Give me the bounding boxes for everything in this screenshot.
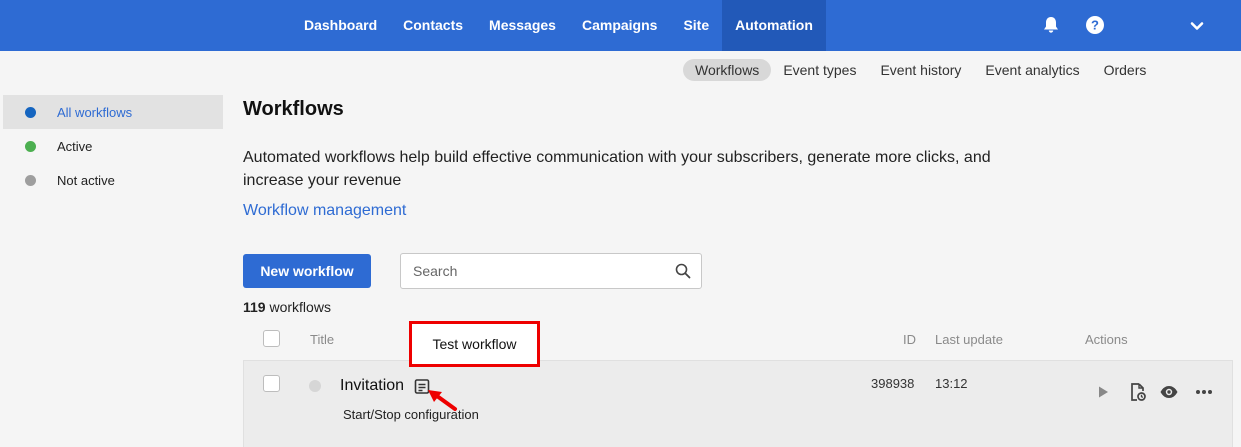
table-row[interactable] — [243, 360, 1233, 447]
subnav-event-types[interactable]: Event types — [771, 59, 868, 81]
sidebar-item-label: Active — [57, 138, 93, 154]
search-box — [400, 253, 702, 289]
column-header-id[interactable]: ID — [903, 332, 916, 347]
sidebar-item-not-active[interactable]: Not active — [3, 163, 223, 197]
row-title[interactable]: Invitation — [340, 377, 404, 395]
row-last-update: 13:12 — [935, 376, 968, 391]
column-header-last-update[interactable]: Last update — [935, 332, 1003, 347]
nav-contacts[interactable]: Contacts — [390, 0, 476, 51]
sidebar-item-label: All workflows — [57, 104, 133, 120]
page-title: Workflows — [243, 98, 344, 120]
test-workflow-tooltip: Test workflow — [409, 321, 540, 367]
subnav-orders[interactable]: Orders — [1092, 59, 1159, 81]
nav-automation[interactable]: Automation — [722, 0, 826, 51]
column-header-actions: Actions — [1085, 332, 1128, 347]
subnav-workflows[interactable]: Workflows — [683, 59, 772, 81]
page-description: Automated workflows help build effective… — [243, 149, 991, 189]
search-input[interactable] — [401, 254, 661, 288]
more-options-icon[interactable] — [1194, 382, 1214, 402]
subnav-event-history[interactable]: Event history — [868, 59, 973, 81]
view-icon[interactable] — [1159, 382, 1179, 402]
sidebar-item-all-workflows[interactable]: All workflows — [3, 95, 223, 129]
status-dot — [25, 140, 36, 152]
workflow-management-link[interactable]: Workflow management — [243, 202, 406, 220]
sidebar-item-label: Not active — [57, 172, 115, 188]
pointer-arrow-icon — [428, 390, 457, 411]
subnav-event-analytics[interactable]: Event analytics — [973, 59, 1091, 81]
search-icon[interactable] — [675, 263, 691, 279]
svg-text:?: ? — [1091, 18, 1099, 33]
nav-messages[interactable]: Messages — [476, 0, 569, 51]
nav-dashboard[interactable]: Dashboard — [291, 0, 390, 51]
select-all-checkbox[interactable] — [263, 330, 280, 347]
column-header-title[interactable]: Title — [310, 332, 334, 347]
test-workflow-icon[interactable] — [1128, 382, 1148, 402]
bell-icon[interactable] — [1041, 15, 1061, 35]
row-id: 398938 — [871, 376, 915, 391]
workflow-count: 119 workflows — [243, 299, 331, 315]
tooltip-text: Test workflow — [432, 336, 517, 352]
status-dot — [25, 106, 36, 118]
top-bar: Dashboard Contacts Messages Campaigns Si… — [0, 0, 1241, 51]
row-subtitle: Start/Stop configuration — [343, 407, 479, 422]
help-icon[interactable]: ? — [1085, 15, 1105, 35]
new-workflow-button[interactable]: New workflow — [243, 254, 371, 288]
workflow-count-number: 119 — [243, 299, 266, 315]
sidebar-item-active[interactable]: Active — [3, 129, 223, 163]
row-checkbox[interactable] — [263, 375, 280, 392]
workflow-count-label: workflows — [269, 299, 331, 315]
status-dot — [25, 174, 36, 186]
chevron-down-icon[interactable] — [1188, 17, 1206, 35]
row-status-dot — [309, 380, 321, 392]
main-nav: Dashboard Contacts Messages Campaigns Si… — [291, 0, 826, 51]
sidebar: All workflows Active Not active — [3, 95, 223, 197]
nav-campaigns[interactable]: Campaigns — [569, 0, 670, 51]
play-icon[interactable] — [1093, 382, 1113, 402]
sub-nav: Workflows Event types Event history Even… — [683, 59, 1158, 81]
nav-site[interactable]: Site — [670, 0, 722, 51]
